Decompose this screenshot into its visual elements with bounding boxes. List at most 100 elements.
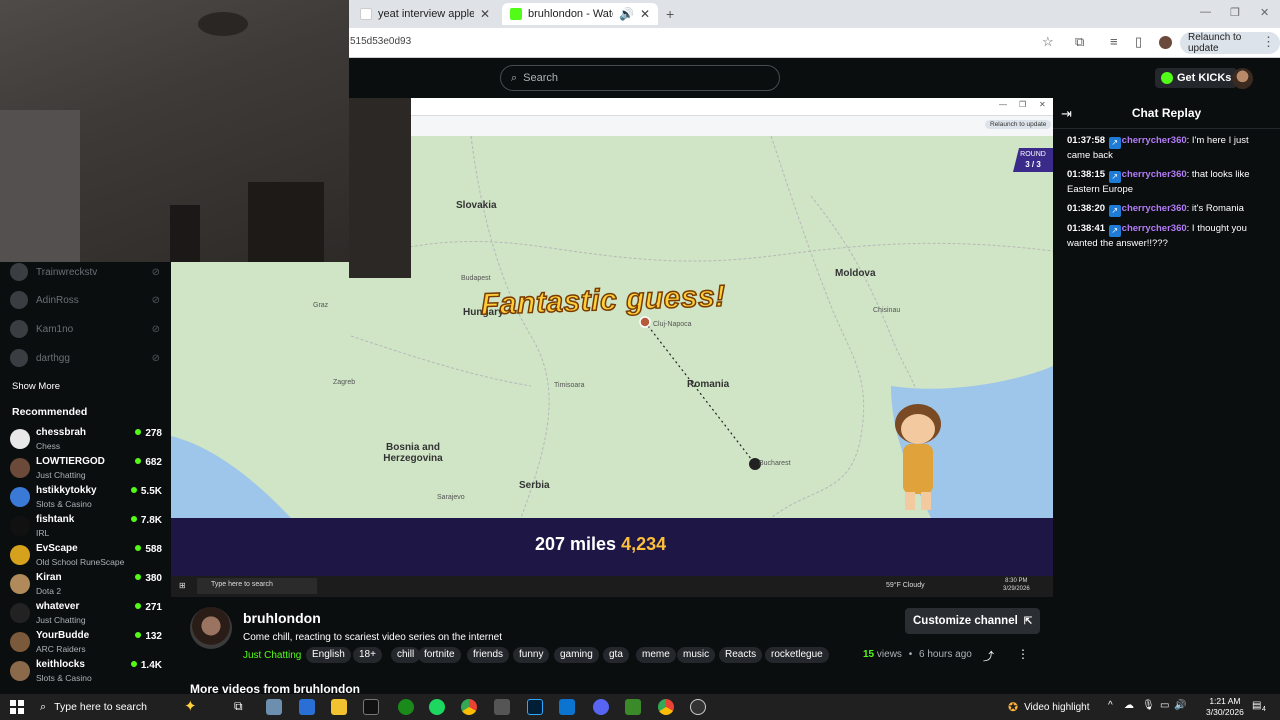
tray-chevron-icon[interactable]: ^ — [1108, 700, 1113, 711]
chat-username[interactable]: cherrycher360 — [1122, 169, 1187, 180]
speaker-icon[interactable]: 🔊 — [619, 7, 634, 21]
taskbar-search-placeholder: Type here to search — [54, 701, 147, 713]
inner-clock: 8:30 PM 3/29/2026 — [1003, 577, 1030, 593]
windows-start-icon[interactable] — [10, 700, 24, 714]
ceiling-light — [198, 12, 248, 36]
sidebar-recommended-item[interactable]: hstikkytokky Slots & Casino 5.5K — [10, 484, 162, 512]
sidebar-recommended-item[interactable]: whatever Just Chatting 271 — [10, 600, 162, 628]
taskbar-clock[interactable]: 1:21 AM 3/30/2026 — [1206, 696, 1244, 718]
obs-icon[interactable] — [690, 699, 706, 715]
network-icon[interactable]: ▭ — [1160, 700, 1169, 711]
stream-tag[interactable]: gaming — [554, 647, 599, 663]
sidebar-following-item[interactable]: darthgg ⊘ — [10, 348, 160, 368]
category-link[interactable]: Just Chatting — [243, 650, 301, 661]
show-more-link[interactable]: Show More — [12, 381, 60, 392]
menu-kebab-icon[interactable]: ⋮ — [1262, 34, 1275, 50]
map-label: Romania — [687, 379, 730, 390]
notification-icon[interactable]: ▤ — [1252, 700, 1261, 711]
chat-timestamp: 01:38:41 — [1067, 223, 1106, 234]
sidebar-recommended-item[interactable]: keithlocks Slots & Casino 1.4K — [10, 658, 162, 686]
inner-restore-icon: ❐ — [1019, 100, 1027, 109]
sidebar-following-item[interactable]: Trainwreckstv ⊘ — [10, 262, 160, 282]
sidebar-following-item[interactable]: AdinRoss ⊘ — [10, 290, 160, 310]
map-label: Slovakia — [456, 200, 497, 211]
get-kicks-button[interactable]: Get KICKs — [1155, 68, 1238, 88]
close-window-icon[interactable]: ✕ — [1260, 6, 1269, 19]
stream-tag[interactable]: meme — [636, 647, 676, 663]
app-icon[interactable] — [494, 699, 510, 715]
chat-username[interactable]: cherrycher360 — [1122, 223, 1187, 234]
stream-tag[interactable]: friends — [467, 647, 510, 663]
xbox-icon[interactable] — [398, 699, 414, 715]
minecraft-icon[interactable] — [625, 699, 641, 715]
chat-message: 01:38:41 ↗ cherrycher360: I thought you w… — [1067, 222, 1272, 251]
channel-avatar[interactable] — [190, 607, 232, 649]
photoshop-icon[interactable] — [527, 699, 543, 715]
stream-tag[interactable]: gta — [603, 647, 629, 663]
sidepanel-icon[interactable]: ▯ — [1135, 34, 1142, 50]
stream-tag[interactable]: music — [677, 647, 716, 663]
user-avatar[interactable] — [1232, 68, 1253, 89]
file-explorer-alt-icon[interactable] — [266, 699, 282, 715]
close-icon[interactable]: ✕ — [480, 7, 490, 21]
search-input[interactable]: ⌕ Search — [500, 65, 780, 91]
task-view-icon[interactable]: ⧉ — [234, 699, 243, 714]
profile-avatar[interactable] — [1159, 36, 1172, 49]
sidebar-recommended-item[interactable]: EvScape Old School RuneScape 588 — [10, 542, 162, 570]
chrome-profile-icon[interactable] — [658, 699, 674, 715]
tab-google-search[interactable]: yeat interview apple - Google S ✕ — [352, 3, 498, 25]
url-field[interactable]: 515d53e0d93 — [350, 36, 411, 47]
channel-category: IRL — [36, 528, 50, 538]
customize-channel-button[interactable]: Customize channel ⇱ — [905, 608, 1041, 634]
tab-bruhlondon[interactable]: bruhlondon - Watch the VO 🔊 ✕ — [502, 3, 658, 25]
channel-name[interactable]: bruhlondon — [243, 610, 321, 626]
spotify-icon[interactable] — [429, 699, 445, 715]
video-highlight-widget[interactable]: ✪ Video highlight — [1008, 700, 1090, 714]
stream-tag[interactable]: English — [306, 647, 351, 663]
extensions-icon[interactable]: ⧉ — [1075, 34, 1084, 50]
bookmark-star-icon[interactable]: ☆ — [1042, 34, 1054, 50]
wall-shadow — [0, 110, 80, 262]
chrome-icon[interactable] — [461, 699, 477, 715]
new-tab-icon[interactable]: + — [666, 6, 674, 22]
share-icon[interactable]: ⤴ — [983, 648, 994, 664]
restore-icon[interactable]: ❐ — [1230, 6, 1240, 19]
media-icon[interactable]: ≡ — [1110, 34, 1118, 49]
clock-date: 3/30/2026 — [1206, 707, 1244, 717]
stream-tag[interactable]: chill — [391, 647, 421, 663]
folder-icon[interactable] — [331, 699, 347, 715]
discord-icon[interactable] — [593, 699, 609, 715]
stream-tag[interactable]: 18+ — [353, 647, 382, 663]
sparkle-icon[interactable]: ✦ — [184, 697, 197, 715]
stream-tag[interactable]: Reacts — [719, 647, 763, 663]
minimize-icon[interactable]: — — [1200, 6, 1211, 18]
city-label: Sarajevo — [437, 494, 465, 501]
sidebar-recommended-item[interactable]: chessbrah Chess 278 — [10, 426, 162, 454]
city-label: Graz — [313, 302, 329, 309]
stream-tag[interactable]: fortnite — [418, 647, 461, 663]
more-options-icon[interactable]: ⋮ — [1017, 647, 1029, 661]
sidebar-recommended-item[interactable]: LOWTIERGOD Just Chatting 682 — [10, 455, 162, 483]
terminal-icon[interactable] — [363, 699, 379, 715]
webcam-overlay — [0, 0, 349, 262]
channel-name: YourBudde — [36, 630, 90, 641]
city-label: Bucharest — [759, 460, 791, 467]
volume-icon[interactable]: 🔊 — [1174, 700, 1186, 711]
sidebar-recommended-item[interactable]: YourBudde ARC Raiders 132 — [10, 629, 162, 657]
mic-icon[interactable]: 🎙 — [1142, 700, 1155, 711]
cloud-icon[interactable]: ☁ — [1124, 700, 1134, 711]
stream-tag[interactable]: rocketlegue — [765, 647, 829, 663]
sidebar-following-item[interactable]: Kam1no ⊘ — [10, 319, 160, 339]
chat-username[interactable]: cherrycher360 — [1122, 135, 1187, 146]
highlight-icon: ✪ — [1008, 700, 1019, 714]
store-icon[interactable] — [299, 699, 315, 715]
close-icon[interactable]: ✕ — [640, 7, 650, 21]
channel-category: Dota 2 — [36, 586, 62, 596]
sidebar-recommended-item[interactable]: Kiran Dota 2 380 — [10, 571, 162, 599]
sidebar-recommended-item[interactable]: fishtank IRL 7.8K — [10, 513, 162, 541]
webcam-overlay-side — [349, 98, 411, 278]
stream-tag[interactable]: funny — [513, 647, 550, 663]
channel-category: Just Chatting — [36, 470, 86, 480]
vscode-icon[interactable] — [559, 699, 575, 715]
chat-username[interactable]: cherrycher360 — [1122, 203, 1187, 214]
